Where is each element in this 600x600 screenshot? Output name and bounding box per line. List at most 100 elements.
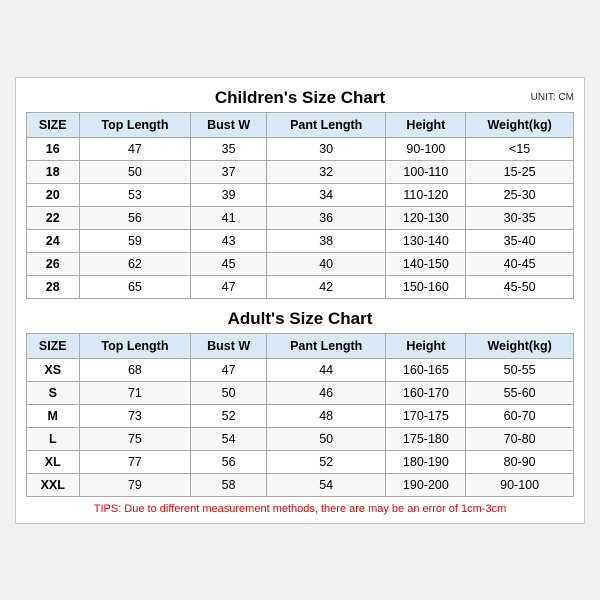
table-cell: 18 bbox=[27, 160, 80, 183]
table-cell: 60-70 bbox=[466, 404, 574, 427]
table-cell: M bbox=[27, 404, 80, 427]
adults-table: SIZE Top Length Bust W Pant Length Heigh… bbox=[26, 333, 574, 497]
table-cell: 16 bbox=[27, 137, 80, 160]
adults-col-pant-length: Pant Length bbox=[266, 333, 386, 358]
table-cell: 47 bbox=[79, 137, 191, 160]
adults-tbody: XS684744160-16550-55S715046160-17055-60M… bbox=[27, 358, 574, 496]
table-cell: 36 bbox=[266, 206, 386, 229]
table-cell: 160-170 bbox=[386, 381, 466, 404]
children-title: Children's Size Chart bbox=[215, 88, 385, 108]
table-cell: 41 bbox=[191, 206, 267, 229]
table-cell: 50 bbox=[266, 427, 386, 450]
adults-col-weight: Weight(kg) bbox=[466, 333, 574, 358]
table-cell: 58 bbox=[191, 473, 267, 496]
adults-title-row: Adult's Size Chart bbox=[26, 309, 574, 329]
table-cell: L bbox=[27, 427, 80, 450]
table-cell: 43 bbox=[191, 229, 267, 252]
children-col-weight: Weight(kg) bbox=[466, 112, 574, 137]
children-tbody: 1647353090-100<1518503732100-11015-25205… bbox=[27, 137, 574, 298]
children-col-size: SIZE bbox=[27, 112, 80, 137]
table-cell: 65 bbox=[79, 275, 191, 298]
table-cell: 110-120 bbox=[386, 183, 466, 206]
table-cell: 47 bbox=[191, 275, 267, 298]
children-header-row: SIZE Top Length Bust W Pant Length Heigh… bbox=[27, 112, 574, 137]
table-cell: 46 bbox=[266, 381, 386, 404]
chart-container: Children's Size Chart UNIT: CM SIZE Top … bbox=[15, 77, 585, 524]
table-cell: 70-80 bbox=[466, 427, 574, 450]
table-row: XS684744160-16550-55 bbox=[27, 358, 574, 381]
table-cell: 73 bbox=[79, 404, 191, 427]
table-cell: 35 bbox=[191, 137, 267, 160]
table-cell: 30 bbox=[266, 137, 386, 160]
table-row: L755450175-18070-80 bbox=[27, 427, 574, 450]
children-col-top-length: Top Length bbox=[79, 112, 191, 137]
table-cell: 34 bbox=[266, 183, 386, 206]
table-cell: 54 bbox=[191, 427, 267, 450]
table-row: XL775652180-19080-90 bbox=[27, 450, 574, 473]
table-cell: XXL bbox=[27, 473, 80, 496]
table-cell: 90-100 bbox=[466, 473, 574, 496]
table-cell: 28 bbox=[27, 275, 80, 298]
table-cell: 71 bbox=[79, 381, 191, 404]
adults-col-height: Height bbox=[386, 333, 466, 358]
table-cell: 30-35 bbox=[466, 206, 574, 229]
table-cell: 44 bbox=[266, 358, 386, 381]
table-cell: S bbox=[27, 381, 80, 404]
table-row: 1647353090-100<15 bbox=[27, 137, 574, 160]
table-row: M735248170-17560-70 bbox=[27, 404, 574, 427]
table-cell: XS bbox=[27, 358, 80, 381]
table-cell: 175-180 bbox=[386, 427, 466, 450]
adults-title: Adult's Size Chart bbox=[228, 309, 373, 329]
table-row: 22564136120-13030-35 bbox=[27, 206, 574, 229]
table-cell: 40 bbox=[266, 252, 386, 275]
table-cell: 68 bbox=[79, 358, 191, 381]
adults-col-bust-w: Bust W bbox=[191, 333, 267, 358]
table-cell: 15-25 bbox=[466, 160, 574, 183]
children-title-row: Children's Size Chart UNIT: CM bbox=[26, 88, 574, 108]
table-cell: 79 bbox=[79, 473, 191, 496]
table-cell: 190-200 bbox=[386, 473, 466, 496]
table-row: 24594338130-14035-40 bbox=[27, 229, 574, 252]
table-cell: 140-150 bbox=[386, 252, 466, 275]
table-cell: 24 bbox=[27, 229, 80, 252]
children-col-pant-length: Pant Length bbox=[266, 112, 386, 137]
table-cell: 59 bbox=[79, 229, 191, 252]
table-cell: 25-30 bbox=[466, 183, 574, 206]
table-cell: 48 bbox=[266, 404, 386, 427]
table-cell: XL bbox=[27, 450, 80, 473]
table-cell: 120-130 bbox=[386, 206, 466, 229]
children-table: SIZE Top Length Bust W Pant Length Heigh… bbox=[26, 112, 574, 299]
table-cell: 22 bbox=[27, 206, 80, 229]
table-cell: 50-55 bbox=[466, 358, 574, 381]
table-cell: 62 bbox=[79, 252, 191, 275]
table-cell: 40-45 bbox=[466, 252, 574, 275]
children-col-bust-w: Bust W bbox=[191, 112, 267, 137]
table-row: XXL795854190-20090-100 bbox=[27, 473, 574, 496]
table-cell: 35-40 bbox=[466, 229, 574, 252]
table-cell: 32 bbox=[266, 160, 386, 183]
table-cell: 47 bbox=[191, 358, 267, 381]
table-cell: 75 bbox=[79, 427, 191, 450]
table-cell: 52 bbox=[191, 404, 267, 427]
table-cell: 77 bbox=[79, 450, 191, 473]
table-row: S715046160-17055-60 bbox=[27, 381, 574, 404]
table-cell: 56 bbox=[191, 450, 267, 473]
adults-col-top-length: Top Length bbox=[79, 333, 191, 358]
table-cell: 39 bbox=[191, 183, 267, 206]
table-cell: <15 bbox=[466, 137, 574, 160]
table-cell: 80-90 bbox=[466, 450, 574, 473]
adults-header-row: SIZE Top Length Bust W Pant Length Heigh… bbox=[27, 333, 574, 358]
table-cell: 38 bbox=[266, 229, 386, 252]
table-row: 20533934110-12025-30 bbox=[27, 183, 574, 206]
table-cell: 50 bbox=[79, 160, 191, 183]
table-row: 18503732100-11015-25 bbox=[27, 160, 574, 183]
table-cell: 130-140 bbox=[386, 229, 466, 252]
table-cell: 54 bbox=[266, 473, 386, 496]
table-cell: 37 bbox=[191, 160, 267, 183]
table-cell: 26 bbox=[27, 252, 80, 275]
table-cell: 90-100 bbox=[386, 137, 466, 160]
table-cell: 52 bbox=[266, 450, 386, 473]
table-row: 28654742150-16045-50 bbox=[27, 275, 574, 298]
table-cell: 160-165 bbox=[386, 358, 466, 381]
table-cell: 45 bbox=[191, 252, 267, 275]
